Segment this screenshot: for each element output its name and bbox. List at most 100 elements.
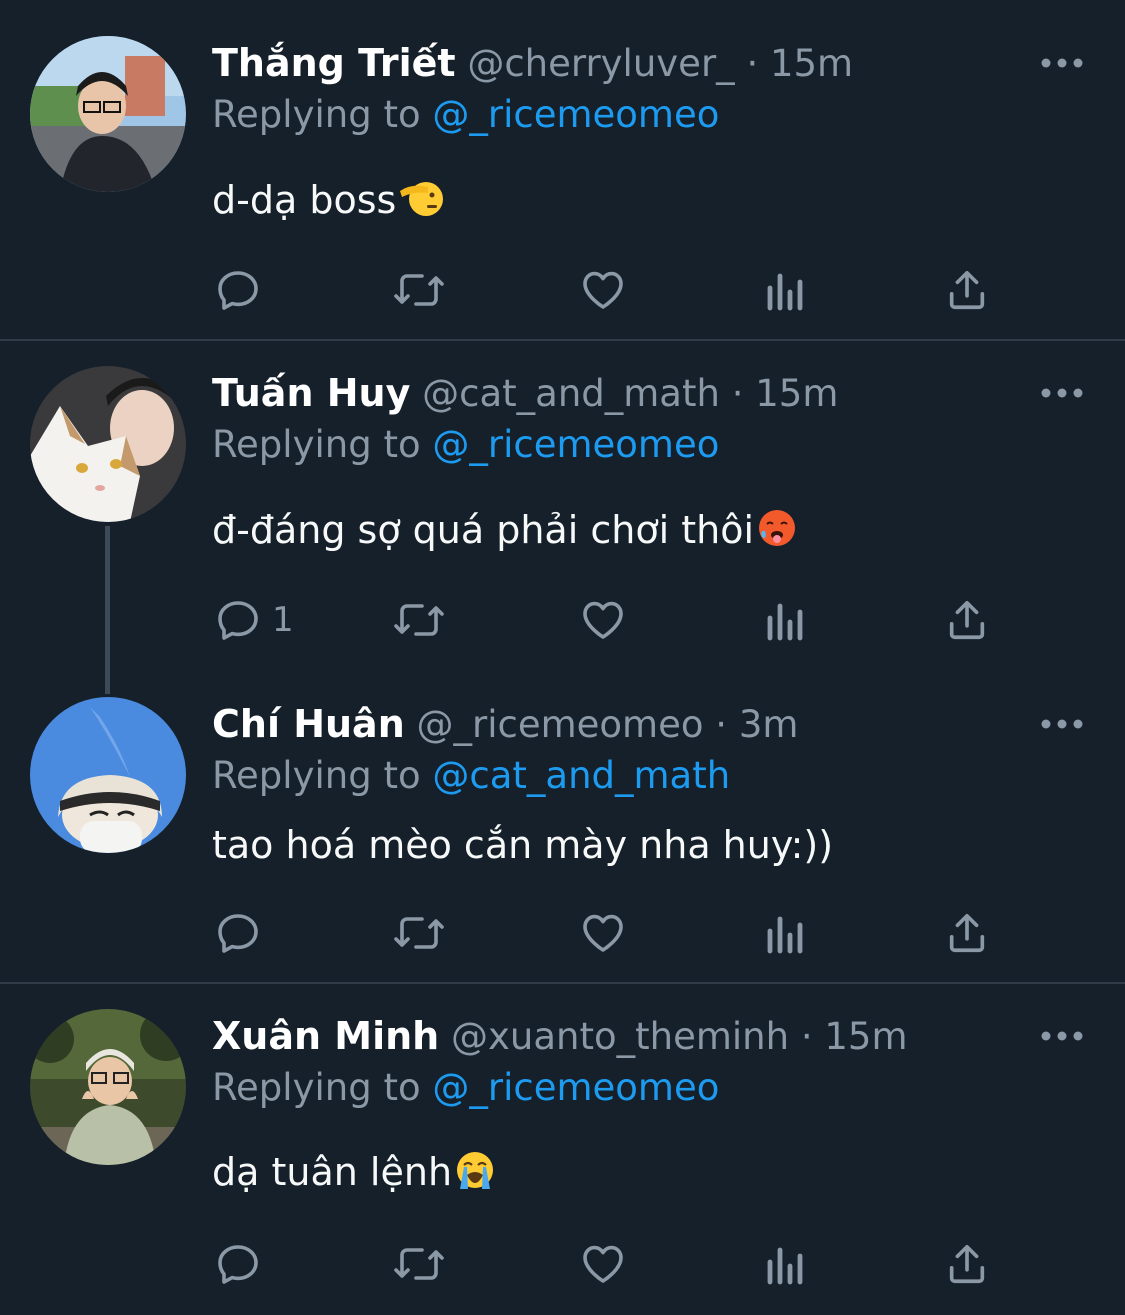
retweet-icon	[394, 1248, 444, 1280]
heart-icon	[583, 271, 623, 309]
views-icon	[767, 1247, 803, 1285]
retweet-button[interactable]	[392, 1234, 446, 1294]
tweet-header: Tuấn Huy @cat_and_math · 15m	[212, 368, 838, 418]
retweet-button[interactable]	[392, 903, 446, 963]
avatar[interactable]	[30, 697, 186, 853]
more-icon[interactable]	[1040, 383, 1084, 403]
share-button[interactable]	[944, 260, 990, 320]
separator-dot: ·	[800, 1015, 813, 1058]
retweet-icon	[394, 274, 444, 306]
reply-button[interactable]	[214, 1234, 272, 1294]
retweet-icon	[394, 604, 444, 636]
reply-icon	[218, 1245, 258, 1284]
timestamp[interactable]: 15m	[770, 42, 853, 85]
reply-icon	[218, 271, 258, 310]
reply-button[interactable]	[214, 903, 272, 963]
avatar[interactable]	[30, 1009, 186, 1165]
separator-dot: ·	[715, 703, 728, 746]
views-icon	[767, 603, 803, 641]
like-button[interactable]	[578, 260, 628, 320]
tweet-text-content: d-dạ boss	[212, 178, 397, 222]
tweet-actions: 1	[0, 590, 1125, 650]
avatar[interactable]	[30, 366, 186, 522]
share-button[interactable]	[944, 1234, 990, 1294]
more-icon[interactable]	[1040, 714, 1084, 734]
tweet-actions	[0, 903, 1125, 963]
replying-to: Replying to @_ricemeomeo	[212, 1063, 719, 1113]
retweet-icon	[394, 917, 444, 949]
replying-mention[interactable]: @_ricemeomeo	[432, 1066, 719, 1109]
share-button[interactable]	[944, 590, 990, 650]
reply-button[interactable]: 1	[214, 590, 294, 650]
display-name[interactable]: Thắng Triết	[212, 41, 456, 85]
tweet-text: d-dạ boss	[212, 172, 444, 228]
retweet-button[interactable]	[392, 590, 446, 650]
tweet-text: tao hoá mèo cắn mày nha huy:))	[212, 817, 833, 873]
tweet-actions	[0, 260, 1125, 320]
replying-prefix: Replying to	[212, 754, 421, 797]
like-button[interactable]	[578, 590, 628, 650]
reply-count: 1	[272, 600, 294, 640]
like-button[interactable]	[578, 1234, 628, 1294]
tweet-1[interactable]: Thắng Triết @cherryluver_ · 15m Replying…	[0, 0, 1125, 340]
tweet-actions	[0, 1234, 1125, 1294]
replying-to: Replying to @cat_and_math	[212, 751, 730, 801]
tweet-4[interactable]: Xuân Minh @xuanto_theminh · 15m Replying…	[0, 984, 1125, 1315]
more-icon[interactable]	[1040, 1026, 1084, 1046]
separator-dot: ·	[731, 372, 744, 415]
user-handle[interactable]: @xuanto_theminh	[451, 1015, 789, 1058]
display-name[interactable]: Tuấn Huy	[212, 371, 410, 415]
tweet-3[interactable]: Chí Huân @_ricemeomeo · 3m Replying to @…	[0, 681, 1125, 981]
tweet-2[interactable]: Tuấn Huy @cat_and_math · 15m Replying to…	[0, 341, 1125, 694]
tweet-header: Thắng Triết @cherryluver_ · 15m	[212, 38, 853, 88]
share-icon	[949, 1244, 985, 1284]
reply-icon	[218, 914, 258, 953]
replying-mention[interactable]: @cat_and_math	[432, 754, 730, 797]
tweet-text-content: dạ tuân lệnh	[212, 1150, 453, 1194]
separator-dot: ·	[746, 42, 759, 85]
reply-icon	[218, 601, 258, 640]
saluting-face-icon	[400, 182, 444, 216]
timestamp[interactable]: 3m	[739, 703, 799, 746]
display-name[interactable]: Chí Huân	[212, 702, 405, 746]
tweet-header: Xuân Minh @xuanto_theminh · 15m	[212, 1011, 907, 1061]
replying-to: Replying to @_ricemeomeo	[212, 90, 719, 140]
user-handle[interactable]: @cat_and_math	[422, 372, 720, 415]
replying-to: Replying to @_ricemeomeo	[212, 420, 719, 470]
replying-prefix: Replying to	[212, 423, 421, 466]
share-button[interactable]	[944, 903, 990, 963]
replying-prefix: Replying to	[212, 1066, 421, 1109]
share-icon	[949, 270, 985, 310]
tweet-text: đ-đáng sợ quá phải chơi thôi	[212, 502, 798, 558]
views-button[interactable]	[764, 903, 808, 963]
retweet-button[interactable]	[392, 260, 446, 320]
heart-icon	[583, 601, 623, 639]
user-handle[interactable]: @_ricemeomeo	[417, 703, 704, 746]
timestamp[interactable]: 15m	[755, 372, 838, 415]
loudly-crying-face-icon	[457, 1152, 494, 1189]
heart-icon	[583, 914, 623, 952]
views-button[interactable]	[764, 1234, 808, 1294]
avatar[interactable]	[30, 36, 186, 192]
views-button[interactable]	[764, 260, 808, 320]
share-icon	[949, 913, 985, 953]
replying-mention[interactable]: @_ricemeomeo	[432, 93, 719, 136]
heart-icon	[583, 1245, 623, 1283]
user-handle[interactable]: @cherryluver_	[467, 42, 734, 85]
display-name[interactable]: Xuân Minh	[212, 1014, 439, 1058]
views-icon	[767, 273, 803, 311]
like-button[interactable]	[578, 903, 628, 963]
timestamp[interactable]: 15m	[824, 1015, 907, 1058]
share-icon	[949, 600, 985, 640]
tweet-text-content: đ-đáng sợ quá phải chơi thôi	[212, 508, 755, 552]
views-button[interactable]	[764, 590, 808, 650]
views-icon	[767, 916, 803, 954]
tweet-text: dạ tuân lệnh	[212, 1144, 496, 1200]
more-icon[interactable]	[1040, 53, 1084, 73]
reply-button[interactable]	[214, 260, 272, 320]
tweet-text-content: tao hoá mèo cắn mày nha huy:))	[212, 823, 834, 867]
replying-prefix: Replying to	[212, 93, 421, 136]
hot-face-icon	[759, 510, 796, 546]
tweet-header: Chí Huân @_ricemeomeo · 3m	[212, 699, 798, 749]
replying-mention[interactable]: @_ricemeomeo	[432, 423, 719, 466]
